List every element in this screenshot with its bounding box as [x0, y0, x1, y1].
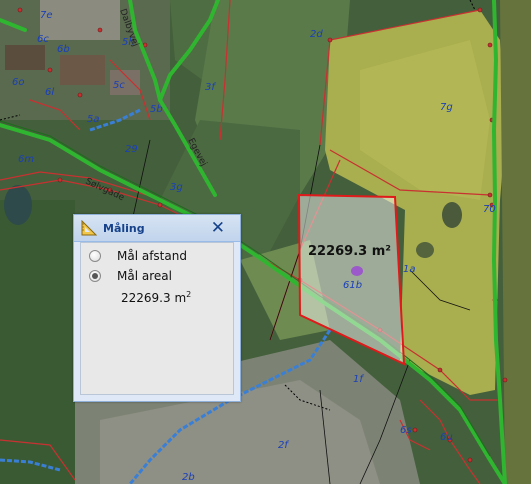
- ruler-triangle-icon: [81, 220, 97, 236]
- svg-text:6m: 6m: [18, 154, 34, 165]
- svg-text:2f: 2f: [278, 440, 289, 451]
- option-measure-area[interactable]: Mål areal: [89, 269, 172, 283]
- svg-text:61b: 61b: [343, 280, 362, 291]
- svg-text:5a: 5a: [87, 114, 100, 125]
- svg-text:5c: 5c: [113, 80, 125, 91]
- svg-text:6o: 6o: [12, 77, 24, 88]
- svg-text:5b: 5b: [150, 104, 163, 115]
- dialog-body: Mål afstand Mål areal 22269.3 m2: [80, 242, 234, 395]
- radio-measure-distance[interactable]: [89, 250, 101, 262]
- svg-text:7g: 7g: [440, 102, 453, 113]
- svg-text:3g: 3g: [170, 182, 183, 193]
- svg-text:1f: 1f: [353, 374, 364, 385]
- radio-measure-area[interactable]: [89, 270, 101, 282]
- svg-text:29: 29: [125, 144, 138, 155]
- close-icon[interactable]: ✕: [211, 218, 225, 238]
- dialog-title: Måling: [103, 221, 145, 235]
- svg-text:6l: 6l: [45, 87, 54, 98]
- svg-text:7e: 7e: [40, 10, 53, 21]
- svg-text:6b: 6b: [57, 44, 70, 55]
- option-measure-distance[interactable]: Mål afstand: [89, 249, 187, 263]
- dialog-header[interactable]: Måling ✕: [74, 215, 240, 242]
- svg-text:6u: 6u: [440, 432, 453, 443]
- svg-text:6s: 6s: [400, 425, 412, 436]
- option-label: Mål afstand: [117, 249, 187, 263]
- option-label: Mål areal: [117, 269, 172, 283]
- measured-area-label: 22269.3 m²: [308, 244, 391, 259]
- svg-text:6c: 6c: [37, 34, 49, 45]
- svg-text:2d: 2d: [310, 29, 323, 40]
- svg-text:1a: 1a: [403, 264, 416, 275]
- svg-text:3f: 3f: [205, 82, 216, 93]
- measure-dialog: Måling ✕ Mål afstand Mål areal 22269.3 m…: [73, 214, 241, 402]
- measurement-result: 22269.3 m2: [121, 290, 192, 305]
- svg-text:2b: 2b: [182, 472, 195, 483]
- svg-text:70: 70: [483, 204, 496, 215]
